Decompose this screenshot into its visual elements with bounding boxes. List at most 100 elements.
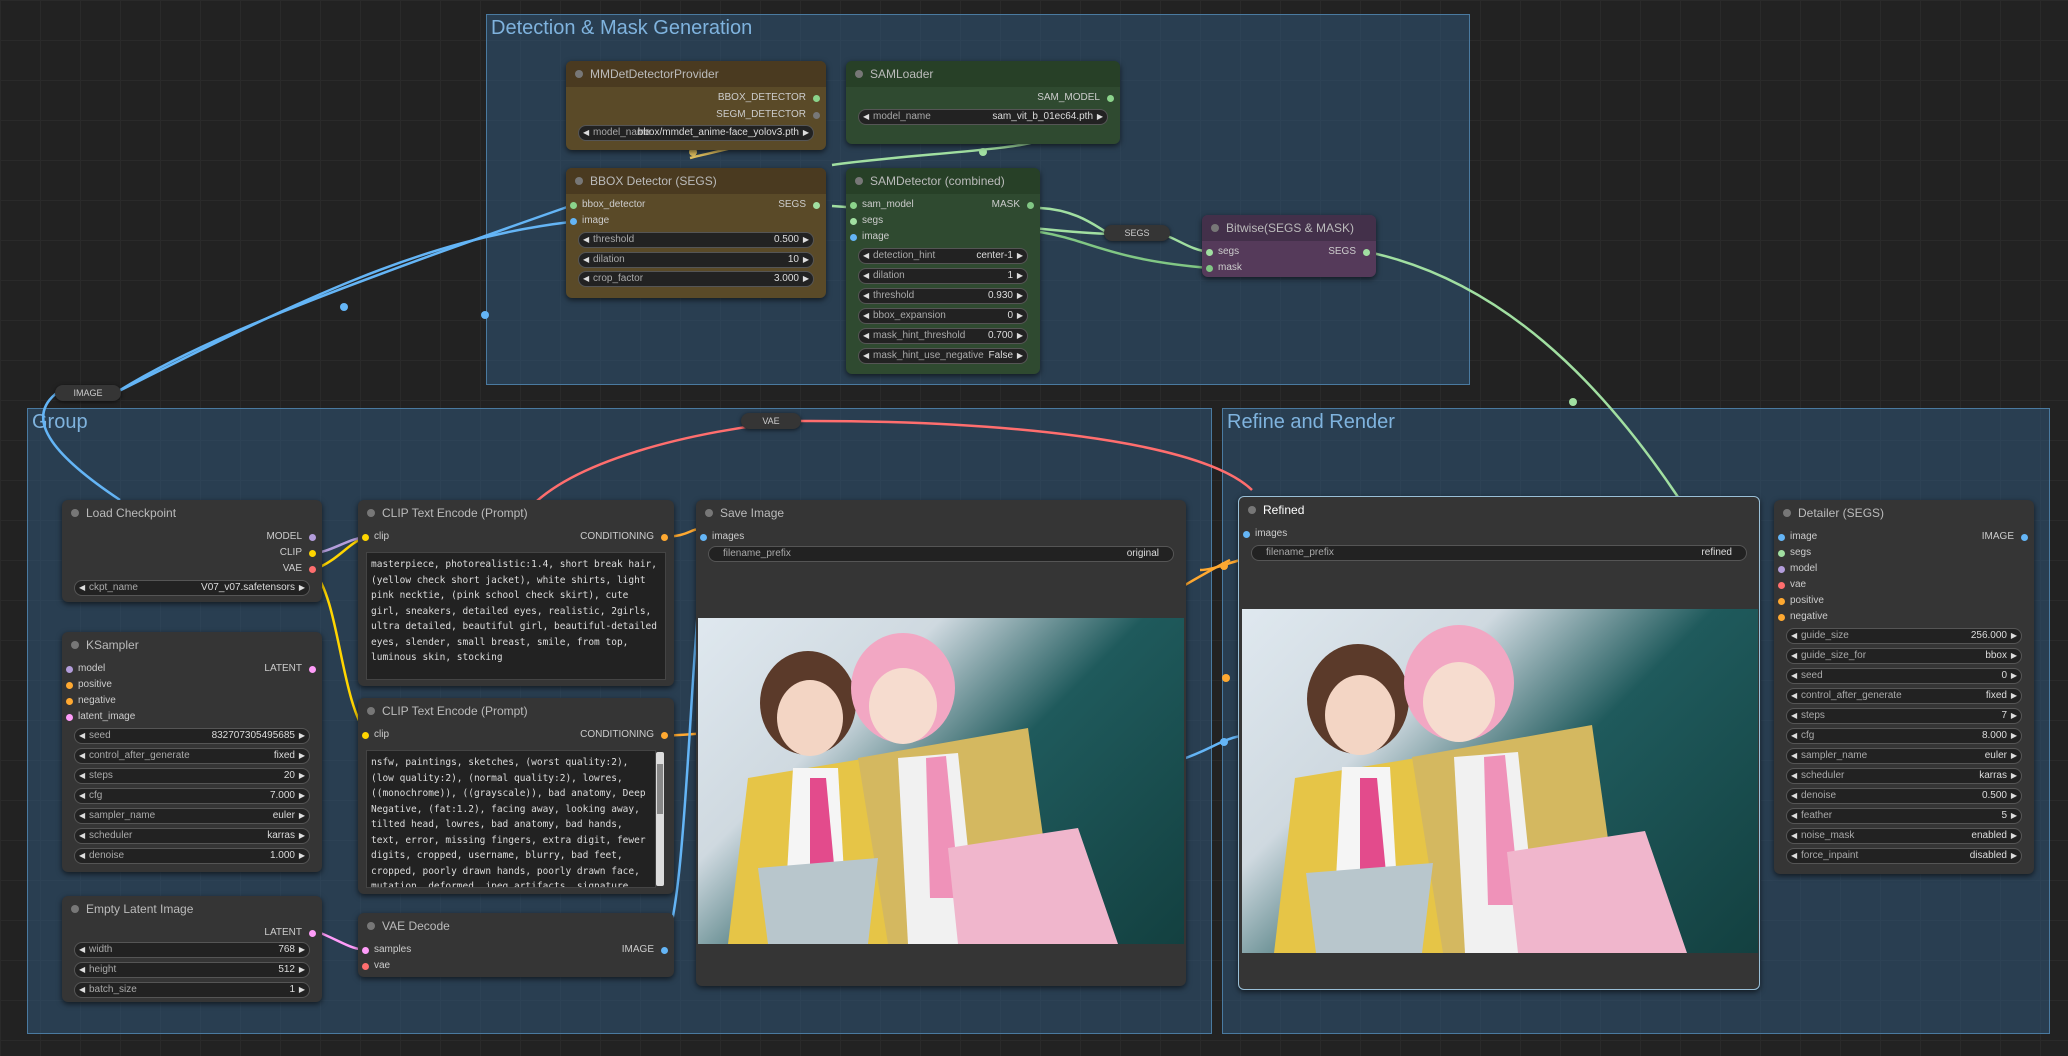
ckpt-name-combo[interactable]: ◀ ckpt_name V07_v07.safetensors ▶ (74, 580, 310, 596)
node-title[interactable]: Bitwise(SEGS & MASK) (1202, 215, 1376, 241)
node-title[interactable]: SAMDetector (combined) (846, 168, 1040, 194)
input-segs[interactable]: segs (862, 214, 883, 228)
input-samples[interactable]: samples (374, 943, 411, 957)
textarea-scrollbar[interactable] (656, 752, 664, 886)
threshold-widget[interactable]: ◀ threshold 0.930 ▶ (858, 288, 1028, 304)
input-clip-dot[interactable] (362, 534, 369, 541)
sampler-name-widget[interactable]: ◀ sampler_name euler ▶ (74, 808, 310, 824)
control-after-generate-widget[interactable]: ◀ control_after_generate fixed ▶ (1786, 688, 2022, 704)
node-title[interactable]: Load Checkpoint (62, 500, 322, 526)
node-title[interactable]: SAMLoader (846, 61, 1120, 87)
output-mask-dot[interactable] (1027, 202, 1034, 209)
input-segs-dot[interactable] (850, 218, 857, 225)
node-vae-decode[interactable]: VAE Decode samples vae IMAGE (358, 913, 674, 977)
input-vae-dot[interactable] (362, 963, 369, 970)
input-image-dot[interactable] (1778, 534, 1785, 541)
input-images[interactable]: images (712, 530, 744, 544)
reroute-vae[interactable]: VAE (741, 413, 801, 429)
cfg-widget[interactable]: ◀ cfg 7.000 ▶ (74, 788, 310, 804)
dilation-widget[interactable]: ◀ dilation 1 ▶ (858, 268, 1028, 284)
threshold-widget[interactable]: ◀ threshold 0.500 ▶ (578, 232, 814, 248)
dilation-widget[interactable]: ◀ dilation 10 ▶ (578, 252, 814, 268)
node-title[interactable]: VAE Decode (358, 913, 674, 939)
steps-widget[interactable]: ◀ steps 20 ▶ (74, 768, 310, 784)
output-vae-dot[interactable] (309, 566, 316, 573)
input-clip[interactable]: clip (374, 530, 389, 544)
guide-size-widget[interactable]: ◀ guide_size 256.000 ▶ (1786, 628, 2022, 644)
input-negative-dot[interactable] (66, 698, 73, 705)
arrow-left-icon[interactable]: ◀ (583, 126, 589, 140)
model-name-combo[interactable]: ◀ model_name sam_vit_b_01ec64.pth ▶ (858, 109, 1108, 125)
input-bbox-detector[interactable]: bbox_detector (582, 198, 645, 212)
mask-hint-threshold-widget[interactable]: ◀ mask_hint_threshold 0.700 ▶ (858, 328, 1028, 344)
node-bitwise-segs-mask[interactable]: Bitwise(SEGS & MASK) segs mask SEGS (1202, 215, 1376, 277)
prompt-textarea[interactable]: nsfw, paintings, sketches, (worst qualit… (366, 750, 656, 888)
output-clip[interactable]: CLIP (280, 546, 302, 560)
output-model-dot[interactable] (309, 534, 316, 541)
input-segs-dot[interactable] (1206, 249, 1213, 256)
input-image[interactable]: image (862, 230, 889, 244)
height-widget[interactable]: ◀ height 512 ▶ (74, 962, 310, 978)
input-image-dot[interactable] (850, 234, 857, 241)
node-sam-detector-combined[interactable]: SAMDetector (combined) sam_model segs im… (846, 168, 1040, 374)
crop-factor-widget[interactable]: ◀ crop_factor 3.000 ▶ (578, 271, 814, 287)
input-samples-dot[interactable] (362, 947, 369, 954)
node-clip-text-encode-positive[interactable]: CLIP Text Encode (Prompt) clip CONDITION… (358, 500, 674, 686)
output-latent[interactable]: LATENT (264, 662, 302, 676)
node-mmdet-detector-provider[interactable]: MMDetDetectorProvider BBOX_DETECTOR SEGM… (566, 61, 826, 150)
node-title[interactable]: BBOX Detector (SEGS) (566, 168, 826, 194)
node-ksampler[interactable]: KSampler model positive negative latent_… (62, 632, 322, 872)
filename-prefix-input[interactable]: filename_prefix original (708, 546, 1174, 562)
input-segs[interactable]: segs (1790, 546, 1811, 560)
output-latent-dot[interactable] (309, 930, 316, 937)
input-positive[interactable]: positive (78, 678, 112, 692)
input-clip-dot[interactable] (362, 732, 369, 739)
output-conditioning-dot[interactable] (661, 732, 668, 739)
sampler-name-widget[interactable]: ◀ sampler_name euler ▶ (1786, 748, 2022, 764)
output-sam-model[interactable]: SAM_MODEL (1037, 91, 1100, 105)
node-empty-latent-image[interactable]: Empty Latent Image LATENT ◀ width 768 ▶ ◀ he… (62, 896, 322, 1002)
scheduler-widget[interactable]: ◀ scheduler karras ▶ (1786, 768, 2022, 784)
steps-widget[interactable]: ◀ steps 7 ▶ (1786, 708, 2022, 724)
input-negative-dot[interactable] (1778, 614, 1785, 621)
force-inpaint-widget[interactable]: ◀ force_inpaint disabled ▶ (1786, 848, 2022, 864)
node-title[interactable]: Detailer (SEGS) (1774, 500, 2034, 526)
output-image-dot[interactable] (2021, 534, 2028, 541)
output-segm-detector-dot[interactable] (813, 112, 820, 119)
input-negative[interactable]: negative (1790, 610, 1828, 624)
output-mask[interactable]: MASK (992, 198, 1020, 212)
guide-size-for-widget[interactable]: ◀ guide_size_for bbox ▶ (1786, 648, 2022, 664)
width-widget[interactable]: ◀ width 768 ▶ (74, 942, 310, 958)
denoise-widget[interactable]: ◀ denoise 0.500 ▶ (1786, 788, 2022, 804)
output-conditioning-dot[interactable] (661, 534, 668, 541)
denoise-widget[interactable]: ◀ denoise 1.000 ▶ (74, 848, 310, 864)
batch-size-widget[interactable]: ◀ batch_size 1 ▶ (74, 982, 310, 998)
input-positive-dot[interactable] (1778, 598, 1785, 605)
output-conditioning[interactable]: CONDITIONING (580, 530, 654, 544)
arrow-right-icon[interactable]: ▶ (1097, 110, 1103, 124)
input-latent-image[interactable]: latent_image (78, 710, 135, 724)
output-segs-dot[interactable] (1363, 249, 1370, 256)
node-title[interactable]: Empty Latent Image (62, 896, 322, 922)
input-image-dot[interactable] (570, 218, 577, 225)
node-load-checkpoint[interactable]: Load Checkpoint MODEL CLIP VAE ◀ ckpt_nam… (62, 500, 322, 602)
node-title[interactable]: MMDetDetectorProvider (566, 61, 826, 87)
node-save-image[interactable]: Save Image images filename_prefix origina… (696, 500, 1186, 986)
input-images-dot[interactable] (1243, 531, 1250, 538)
output-latent-dot[interactable] (309, 666, 316, 673)
output-model[interactable]: MODEL (266, 530, 302, 544)
output-sam-model-dot[interactable] (1107, 95, 1114, 102)
node-clip-text-encode-negative[interactable]: CLIP Text Encode (Prompt) clip CONDITION… (358, 698, 674, 894)
node-title[interactable]: Save Image (696, 500, 1186, 526)
input-segs[interactable]: segs (1218, 245, 1239, 259)
cfg-widget[interactable]: ◀ cfg 8.000 ▶ (1786, 728, 2022, 744)
model-name-combo[interactable]: ◀ model_name bbox/mmdet_anime-face_yolov… (578, 125, 814, 141)
node-detailer-segs[interactable]: Detailer (SEGS) image segs model vae pos… (1774, 500, 2034, 874)
reroute-segs[interactable]: SEGS (1104, 225, 1170, 241)
output-bbox-detector[interactable]: BBOX_DETECTOR (718, 91, 806, 105)
input-model-dot[interactable] (1778, 566, 1785, 573)
bbox-expansion-widget[interactable]: ◀ bbox_expansion 0 ▶ (858, 308, 1028, 324)
output-vae[interactable]: VAE (283, 562, 302, 576)
node-sam-loader[interactable]: SAMLoader SAM_MODEL ◀ model_name sam_vit… (846, 61, 1120, 144)
detection-hint-combo[interactable]: ◀ detection_hint center-1 ▶ (858, 248, 1028, 264)
